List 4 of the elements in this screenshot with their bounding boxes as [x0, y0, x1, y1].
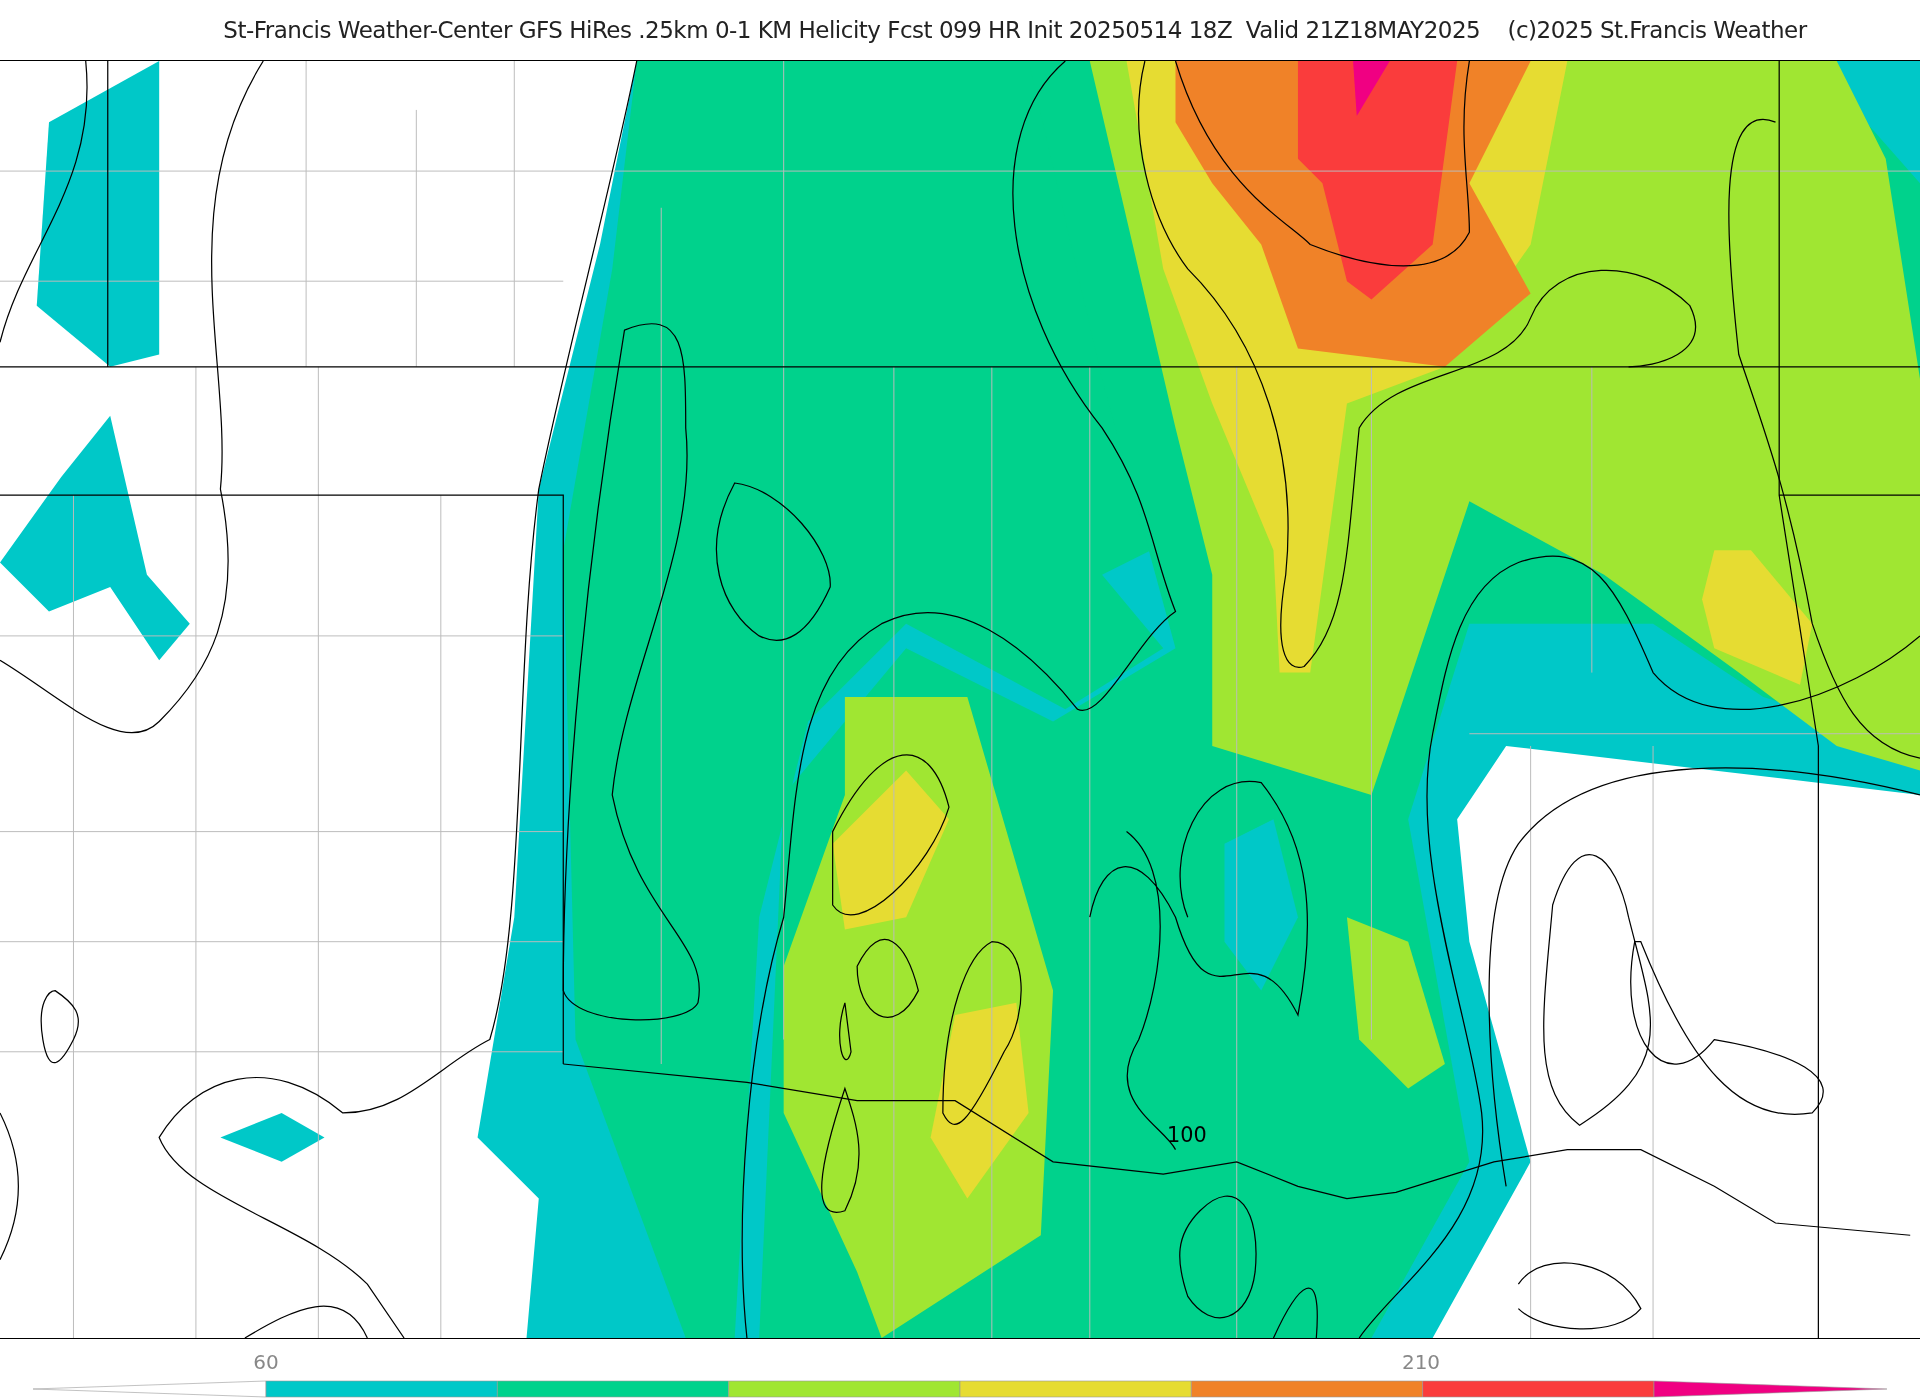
contour-label: 100	[1166, 1123, 1207, 1148]
map-title: St-Francis Weather-Center GFS HiRes .25km 0-1 KM Helicity Fcst 099 HR Init 20250514 18Z Valid 21Z18MAY2025 (c)2025 St.Francis Weather	[223, 15, 1807, 45]
tick-label: 60	[253, 1349, 279, 1376]
tick-label: 210	[1401, 1349, 1441, 1376]
